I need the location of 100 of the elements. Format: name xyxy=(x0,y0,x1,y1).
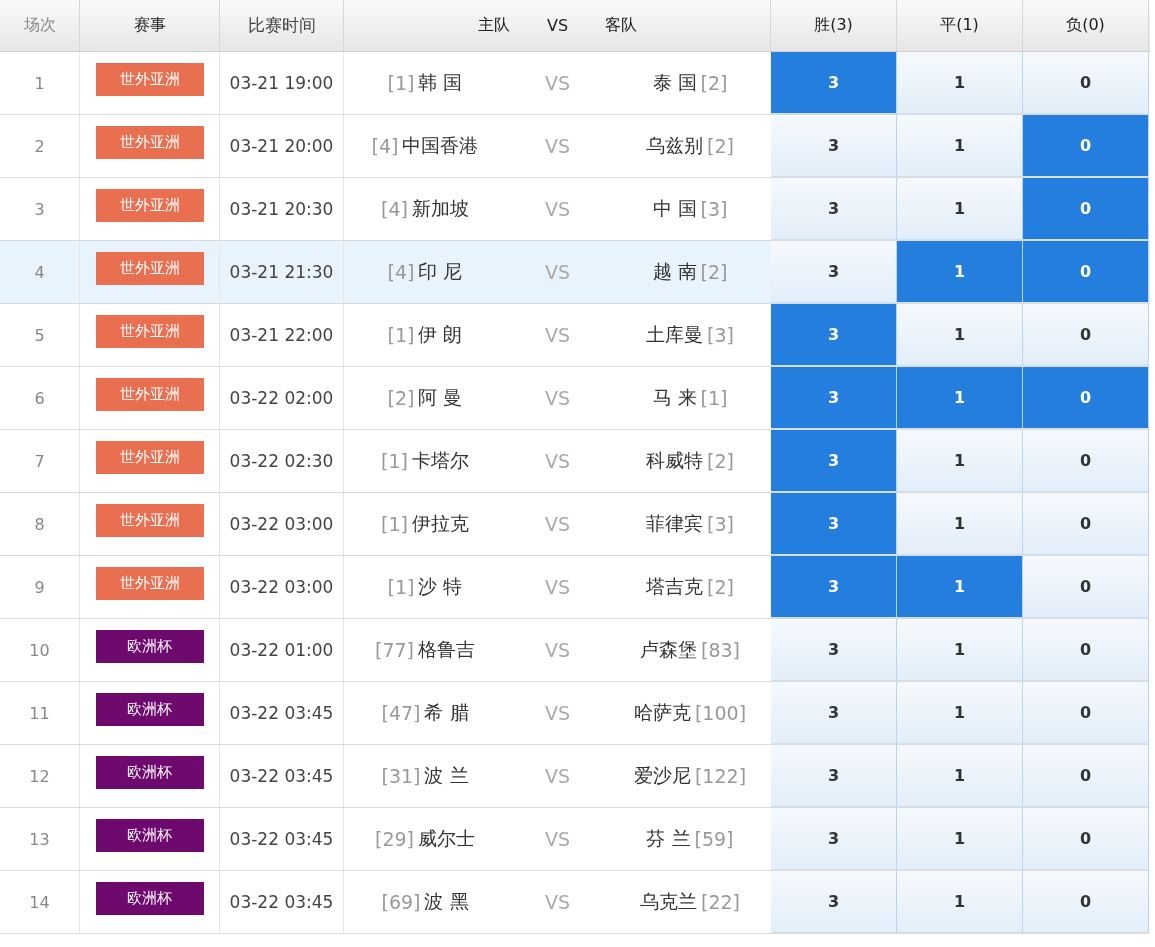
odds-option[interactable]: 0 xyxy=(1023,115,1149,177)
league-tag: 欧洲杯 xyxy=(95,692,204,726)
odds-option[interactable]: 1 xyxy=(897,115,1023,177)
home-team: 卡塔尔 xyxy=(411,448,469,473)
odds-option[interactable]: 1 xyxy=(897,241,1023,303)
match-number: 14 xyxy=(29,892,50,912)
vs-label: VS xyxy=(544,891,571,913)
odds-option[interactable]: 3 xyxy=(771,304,897,366)
vs-label: VS xyxy=(544,765,571,787)
odds-option[interactable]: 1 xyxy=(897,430,1023,492)
team-rank: [2] xyxy=(700,72,728,94)
vs-label: VS xyxy=(544,639,571,661)
away-team: 土库曼 xyxy=(646,322,704,347)
odds-option[interactable]: 3 xyxy=(771,493,897,555)
away-team: 越 南 xyxy=(652,259,697,284)
match-time: 03-21 22:00 xyxy=(229,325,334,345)
team-rank: [1] xyxy=(387,576,415,598)
away-team: 乌克兰 xyxy=(640,889,697,914)
odds-option[interactable]: 0 xyxy=(1023,493,1149,555)
team-rank: [4] xyxy=(381,198,408,220)
league-tag: 世外亚洲 xyxy=(95,125,204,159)
odds-option[interactable]: 0 xyxy=(1023,52,1149,114)
odds-option[interactable]: 3 xyxy=(771,871,897,933)
odds-option[interactable]: 1 xyxy=(897,745,1023,807)
vs-label: VS xyxy=(544,702,571,724)
team-rank: [3] xyxy=(707,324,734,346)
home-team: 韩 国 xyxy=(418,70,463,95)
odds-option[interactable]: 1 xyxy=(897,619,1023,681)
column-header: VS xyxy=(546,16,569,35)
odds-option[interactable]: 3 xyxy=(771,367,897,429)
odds-option[interactable]: 0 xyxy=(1023,430,1149,492)
odds-option[interactable]: 3 xyxy=(771,241,897,303)
match-time: 03-22 03:45 xyxy=(229,766,334,786)
match-number: 12 xyxy=(29,766,50,786)
league-tag: 世外亚洲 xyxy=(95,251,204,285)
odds-option[interactable]: 3 xyxy=(771,745,897,807)
odds-option[interactable]: 0 xyxy=(1023,178,1149,240)
odds-option[interactable]: 1 xyxy=(897,556,1023,618)
odds-option[interactable]: 1 xyxy=(897,808,1023,870)
match-time: 03-22 01:00 xyxy=(229,640,334,660)
team-rank: [31] xyxy=(381,765,421,787)
odds-option[interactable]: 0 xyxy=(1023,808,1149,870)
home-team: 新加坡 xyxy=(411,196,469,221)
away-team: 马 来 xyxy=(652,385,697,410)
match-number: 3 xyxy=(34,199,45,219)
vs-label: VS xyxy=(544,72,571,94)
team-rank: [2] xyxy=(387,387,415,409)
match-number: 2 xyxy=(34,136,45,156)
odds-option[interactable]: 0 xyxy=(1023,556,1149,618)
odds-option[interactable]: 3 xyxy=(771,682,897,744)
odds-option[interactable]: 0 xyxy=(1023,682,1149,744)
vs-label: VS xyxy=(544,513,571,535)
odds-option[interactable]: 0 xyxy=(1023,745,1149,807)
odds-option[interactable]: 1 xyxy=(897,682,1023,744)
odds-option[interactable]: 3 xyxy=(771,52,897,114)
match-time: 03-22 03:45 xyxy=(229,703,334,723)
match-time: 03-22 02:30 xyxy=(229,451,334,471)
vs-label: VS xyxy=(544,450,571,472)
match-time: 03-21 21:30 xyxy=(229,262,334,282)
odds-option[interactable]: 3 xyxy=(771,178,897,240)
team-rank: [1] xyxy=(700,387,728,409)
team-rank: [100] xyxy=(694,702,747,724)
match-number: 8 xyxy=(34,514,45,534)
league-tag: 世外亚洲 xyxy=(95,62,204,96)
away-team: 乌兹别 xyxy=(646,133,704,158)
odds-option[interactable]: 3 xyxy=(771,808,897,870)
match-number: 13 xyxy=(29,829,50,849)
league-tag: 欧洲杯 xyxy=(95,881,204,915)
away-team: 中 国 xyxy=(652,196,697,221)
match-time: 03-21 20:00 xyxy=(229,136,334,156)
team-rank: [47] xyxy=(381,702,421,724)
odds-option[interactable]: 0 xyxy=(1023,619,1149,681)
home-team: 中国香港 xyxy=(402,133,479,158)
team-rank: [59] xyxy=(694,828,734,850)
vs-label: VS xyxy=(544,261,571,283)
odds-option[interactable]: 3 xyxy=(771,430,897,492)
league-tag: 欧洲杯 xyxy=(95,818,204,852)
home-team: 阿 曼 xyxy=(418,385,463,410)
odds-option[interactable]: 1 xyxy=(897,367,1023,429)
match-time: 03-22 03:00 xyxy=(229,514,334,534)
team-rank: [4] xyxy=(387,261,415,283)
odds-option[interactable]: 0 xyxy=(1023,304,1149,366)
odds-option[interactable]: 1 xyxy=(897,304,1023,366)
odds-option[interactable]: 0 xyxy=(1023,871,1149,933)
odds-option[interactable]: 1 xyxy=(897,52,1023,114)
odds-option[interactable]: 1 xyxy=(897,178,1023,240)
column-header: 场次 xyxy=(23,15,56,36)
match-time: 03-21 20:30 xyxy=(229,199,334,219)
odds-option[interactable]: 0 xyxy=(1023,367,1149,429)
odds-option[interactable]: 3 xyxy=(771,556,897,618)
odds-option[interactable]: 3 xyxy=(771,115,897,177)
league-tag: 欧洲杯 xyxy=(95,629,204,663)
odds-option[interactable]: 0 xyxy=(1023,241,1149,303)
match-time: 03-22 02:00 xyxy=(229,388,334,408)
team-rank: [2] xyxy=(707,576,734,598)
odds-option[interactable]: 1 xyxy=(897,493,1023,555)
odds-option[interactable]: 3 xyxy=(771,619,897,681)
away-team: 卢森堡 xyxy=(640,637,697,662)
odds-option[interactable]: 1 xyxy=(897,871,1023,933)
column-header: 比赛时间 xyxy=(247,14,316,37)
